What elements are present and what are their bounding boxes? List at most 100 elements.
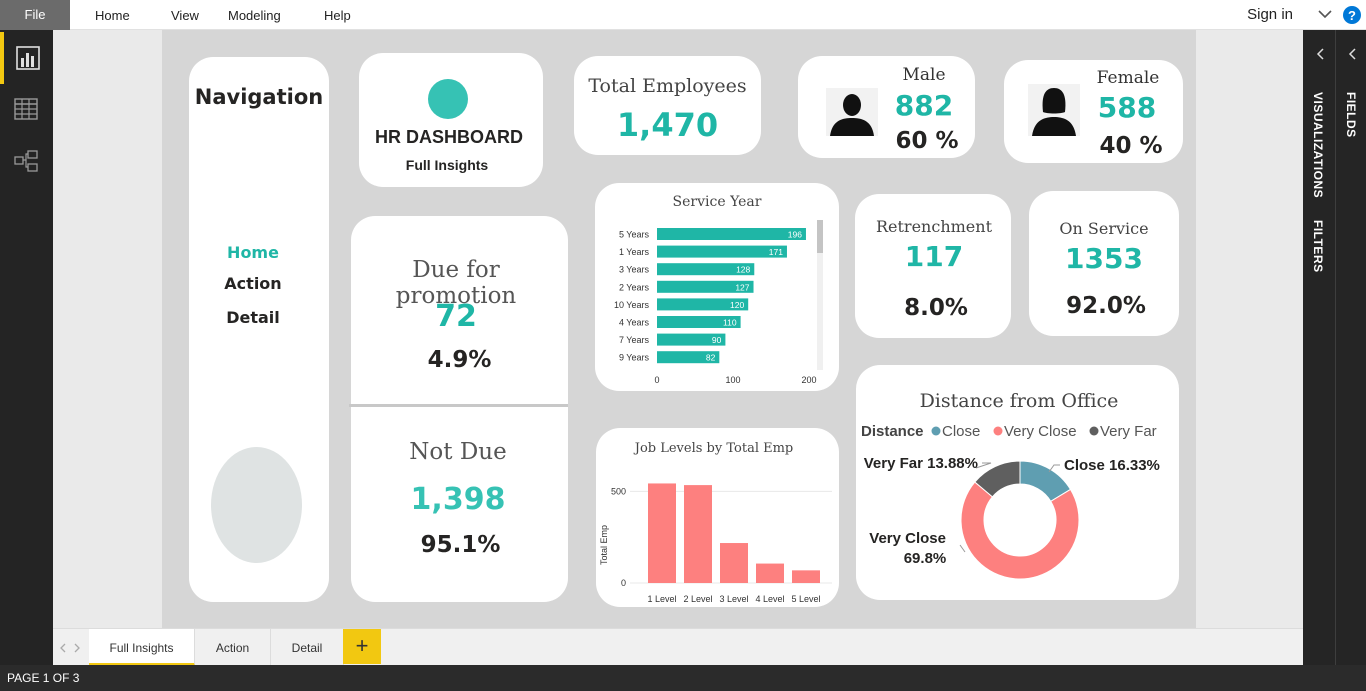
donut-data-label: 69.8% xyxy=(904,550,947,567)
service-year-data-label: 128 xyxy=(736,265,750,275)
service-year-chart: Service Year 5 Years 196 1 Years 171 3 Years… xyxy=(614,194,823,385)
legend-label[interactable]: Very Far xyxy=(1100,423,1157,440)
distance-card: Distance from Office Distance Close Very … xyxy=(856,365,1179,600)
service-year-card: Service Year 5 Years 196 1 Years 171 3 Years… xyxy=(595,183,839,391)
job-levels-bar[interactable] xyxy=(720,543,748,583)
job-levels-card: Job Levels by Total Emp Total Emp 0 500 1 … xyxy=(596,428,839,607)
due-promotion-value: 72 xyxy=(435,299,477,334)
help-icon[interactable]: ? xyxy=(1342,5,1362,25)
chevron-down-icon[interactable] xyxy=(1317,6,1333,22)
female-value: 588 xyxy=(1097,91,1157,124)
side-panes: VISUALIZATIONS FILTERS FIELDS xyxy=(1303,30,1366,665)
fields-pane[interactable]: FIELDS xyxy=(1336,30,1366,665)
visualizations-filters-pane[interactable]: VISUALIZATIONS FILTERS xyxy=(1303,30,1334,665)
donut-data-label: Very Far 13.88% xyxy=(864,455,978,472)
service-year-category-label: 2 Years xyxy=(619,282,650,292)
chevron-left-icon[interactable] xyxy=(1315,47,1327,61)
male-percent: 60 % xyxy=(895,128,959,154)
not-due-percent: 95.1% xyxy=(420,532,501,558)
service-year-data-label: 171 xyxy=(769,247,783,257)
status-bar: PAGE 1 OF 3 xyxy=(0,665,1366,691)
visualizations-pane-label[interactable]: VISUALIZATIONS xyxy=(1311,92,1325,198)
filters-pane-label[interactable]: FILTERS xyxy=(1311,220,1325,273)
due-promotion-percent: 4.9% xyxy=(427,347,492,373)
job-levels-x-tick: 3 Level xyxy=(719,594,748,604)
menu-home[interactable]: Home xyxy=(95,8,130,23)
page-scroll-arrows-icon[interactable] xyxy=(56,641,86,655)
donut-slice[interactable] xyxy=(960,481,1080,580)
service-year-category-label: 5 Years xyxy=(619,230,650,240)
nav-link-detail[interactable]: Detail xyxy=(189,308,317,327)
donut-data-label: Close 16.33% xyxy=(1064,457,1160,474)
service-year-bar[interactable] xyxy=(657,245,787,258)
job-levels-bar[interactable] xyxy=(684,485,712,583)
navigation-title: Navigation xyxy=(194,85,324,109)
add-page-button[interactable]: + xyxy=(343,629,381,664)
service-year-category-label: 10 Years xyxy=(614,300,650,310)
distance-donut-chart: Distance from Office Distance Close Very … xyxy=(861,390,1160,580)
promotion-card: Due for promotion 72 4.9% Not Due 1,398 … xyxy=(349,216,568,602)
job-levels-x-tick: 4 Level xyxy=(755,594,784,604)
view-switcher-rail xyxy=(0,30,53,665)
nav-link-home[interactable]: Home xyxy=(189,243,317,262)
on-service-percent: 92.0% xyxy=(1066,293,1146,319)
job-levels-y-tick: 0 xyxy=(621,578,626,588)
job-levels-y-axis-label: Total Emp xyxy=(599,525,609,565)
file-menu[interactable]: File xyxy=(0,0,70,30)
tab-detail[interactable]: Detail xyxy=(271,629,344,666)
job-levels-bar[interactable] xyxy=(756,563,784,583)
not-due-value: 1,398 xyxy=(410,482,506,517)
donut-leader-line xyxy=(975,462,992,469)
service-year-x-tick: 0 xyxy=(654,375,659,385)
service-year-category-label: 1 Years xyxy=(619,247,650,257)
chevron-left-icon[interactable] xyxy=(1347,47,1359,61)
female-percent: 40 % xyxy=(1099,133,1163,159)
sign-in-link[interactable]: Sign in xyxy=(1247,6,1293,23)
legend-label[interactable]: Close xyxy=(942,423,980,440)
data-view-button[interactable] xyxy=(0,84,53,136)
menu-view[interactable]: View xyxy=(171,8,199,23)
total-employees-card: Total Employees 1,470 xyxy=(574,56,761,155)
legend-label[interactable]: Very Close xyxy=(1004,423,1077,440)
job-levels-x-tick: 5 Level xyxy=(791,594,820,604)
female-card: Female 588 40 % xyxy=(1004,60,1183,163)
donut-leader-line xyxy=(959,544,966,553)
service-year-x-tick: 200 xyxy=(801,375,816,385)
job-levels-x-tick: 1 Level xyxy=(647,594,676,604)
female-person-icon xyxy=(1028,84,1080,136)
job-levels-x-tick: 2 Level xyxy=(683,594,712,604)
female-label: Female xyxy=(1096,68,1160,88)
report-canvas: Navigation Home Action Detail HR DASHBOA… xyxy=(53,30,1303,628)
model-icon xyxy=(14,150,38,172)
distance-legend-title: Distance xyxy=(861,423,924,440)
retrenchment-label: Retrenchment xyxy=(875,217,992,236)
header-card: HR DASHBOARD Full Insights xyxy=(359,53,543,187)
report-view-icon xyxy=(16,46,40,70)
job-levels-bar[interactable] xyxy=(792,570,820,583)
service-year-bar[interactable] xyxy=(657,228,806,240)
menu-modeling[interactable]: Modeling xyxy=(228,8,281,23)
nav-link-action[interactable]: Action xyxy=(189,274,317,293)
dashboard-title: HR DASHBOARD xyxy=(375,127,523,147)
fields-pane-label[interactable]: FIELDS xyxy=(1344,92,1358,138)
total-employees-label: Total Employees xyxy=(588,75,747,97)
total-employees-value: 1,470 xyxy=(616,106,719,144)
job-levels-bar[interactable] xyxy=(648,483,676,583)
legend-swatch xyxy=(931,426,941,436)
chart-scrollbar-thumb[interactable] xyxy=(817,220,823,253)
job-levels-title: Job Levels by Total Emp xyxy=(633,441,794,456)
service-year-data-label: 90 xyxy=(712,335,722,345)
menu-help[interactable]: Help xyxy=(324,8,351,23)
job-levels-y-tick: 500 xyxy=(611,486,626,496)
dashboard-subtitle: Full Insights xyxy=(405,157,489,173)
service-year-category-label: 9 Years xyxy=(619,353,650,363)
service-year-data-label: 196 xyxy=(788,230,802,240)
page-tab-bar: Full Insights Action Detail + xyxy=(53,628,1303,666)
service-year-title: Service Year xyxy=(673,194,762,210)
model-view-button[interactable] xyxy=(0,136,53,188)
promotion-divider xyxy=(349,404,568,407)
report-view-button[interactable] xyxy=(0,32,53,84)
retrenchment-value: 117 xyxy=(904,240,964,273)
tab-action[interactable]: Action xyxy=(195,629,271,666)
tab-full-insights[interactable]: Full Insights xyxy=(89,629,195,666)
